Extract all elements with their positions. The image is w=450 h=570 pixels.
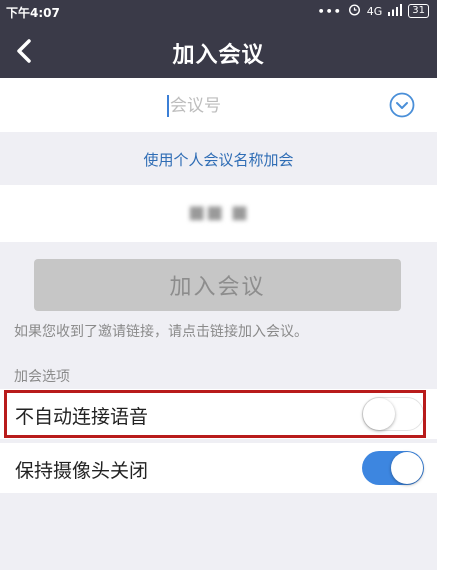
more-dots-icon: ••• (317, 4, 342, 18)
no-audio-toggle[interactable] (362, 397, 424, 431)
toggle-knob (391, 452, 423, 484)
join-options-label: 加会选项 (14, 369, 70, 385)
nav-bar: 加入会议 (0, 24, 437, 78)
alarm-icon (348, 3, 361, 19)
personal-meeting-name-link[interactable]: 使用个人会议名称加会 (0, 149, 437, 170)
invite-link-hint: 如果您收到了邀请链接，请点击链接加入会议。 (14, 324, 308, 340)
page-title: 加入会议 (172, 43, 265, 68)
status-time: 下午4:07 (6, 6, 60, 20)
camera-off-toggle[interactable] (362, 451, 424, 485)
status-icons: ••• 4G 31 (318, 3, 429, 19)
toggle-knob (363, 398, 395, 430)
status-bar: 下午4:07 ••• 4G 31 (0, 0, 437, 24)
option-label-camera-off: 保持摄像头关闭 (15, 460, 149, 482)
network-label: 4G (366, 4, 383, 18)
meeting-id-row (0, 78, 437, 132)
battery-icon: 31 (408, 4, 429, 18)
option-row-no-audio: 不自动连接语音 (0, 389, 437, 439)
meeting-id-input[interactable] (170, 92, 370, 120)
option-row-camera-off: 保持摄像头关闭 (0, 443, 437, 493)
display-name-row[interactable]: ■■ ■ (0, 185, 437, 242)
text-caret (167, 95, 169, 117)
option-label-no-audio: 不自动连接语音 (15, 406, 149, 428)
history-dropdown-button[interactable] (389, 92, 415, 118)
personal-link-row: 使用个人会议名称加会 (0, 132, 437, 185)
chevron-down-circle-icon (389, 92, 415, 118)
signal-icon (388, 3, 403, 19)
display-name-field[interactable]: ■■ ■ (0, 202, 437, 223)
join-meeting-button[interactable]: 加入会议 (34, 259, 401, 311)
join-meeting-screen: 下午4:07 ••• 4G 31 加入会议 使用个人会议名称加会 ■■ ■ 加入… (0, 0, 437, 570)
